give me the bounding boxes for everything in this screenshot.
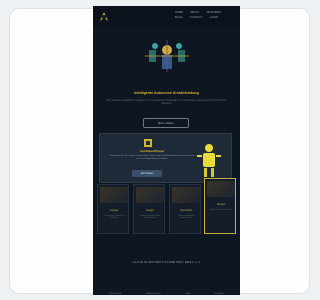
hero-subtitle: Wir verbinden künstliche Intelligenz mit…	[106, 99, 227, 106]
nav-link-blog[interactable]: BLOG	[175, 16, 183, 19]
feature-text: Datenbasierte Einblicke in Echtzeit.	[103, 215, 125, 220]
robot-mascot-icon	[197, 144, 221, 177]
footer-links: IMPRESSUM DATENSCHUTZ AGB KONTAKT	[109, 293, 224, 295]
feature-image	[136, 187, 164, 203]
nav-link-about[interactable]: ABOUT	[190, 11, 199, 14]
banner-logo-icon	[144, 139, 152, 147]
nav-link-login[interactable]: LOGIN	[210, 16, 219, 19]
top-navigation: HOME ABOUT FEATURES BLOG CONTACT LOGIN	[93, 6, 240, 28]
footer-link-imprint[interactable]: IMPRESSUM	[109, 293, 121, 295]
feature-text: Kreative Konzepte mit KI-Unterstützung.	[139, 215, 161, 220]
promo-banner: AutoNeuraPlanet Entdecken Sie, wie unser…	[99, 133, 232, 183]
nav-link-contact[interactable]: CONTACT	[190, 16, 203, 19]
footer-link-contact[interactable]: KONTAKT	[215, 293, 224, 295]
feature-title: Automation	[179, 209, 193, 212]
learn-more-button[interactable]: Mehr erfahren	[143, 118, 189, 128]
feature-title: Design	[146, 209, 154, 212]
footer-link-terms[interactable]: AGB	[186, 293, 190, 295]
feature-image	[172, 187, 200, 203]
feature-image	[100, 187, 128, 203]
nav-links: HOME ABOUT FEATURES BLOG CONTACT LOGIN	[175, 11, 235, 19]
feature-card[interactable]: Design Kreative Konzepte mit KI-Unterstü…	[133, 184, 165, 234]
footer-title: LA N E W ZUKUNFT PLANETARY ERA L L C	[132, 260, 201, 264]
feature-title: Analyse	[109, 209, 119, 212]
get-started-button[interactable]: Jetzt starten	[132, 170, 162, 177]
hero-illustration-icon	[145, 40, 189, 72]
hero-title: Intelligente Autonome Kreativleistung	[134, 91, 199, 95]
feature-cards: Analyse Datenbasierte Einblicke in Echtz…	[97, 178, 237, 236]
footer-link-privacy[interactable]: DATENSCHUTZ	[146, 293, 161, 295]
feature-image	[207, 181, 235, 197]
brand-logo-icon[interactable]	[97, 10, 111, 24]
banner-brand: AutoNeuraPlanet	[139, 149, 165, 153]
feature-title: Support	[216, 203, 226, 206]
feature-card-active[interactable]: Support Rund um die Uhr für Sie da.	[204, 178, 236, 234]
feature-card[interactable]: Analyse Datenbasierte Einblicke in Echtz…	[97, 184, 129, 234]
feature-text: Rund um die Uhr für Sie da.	[209, 209, 233, 211]
page-preview: HOME ABOUT FEATURES BLOG CONTACT LOGIN I…	[93, 6, 240, 295]
banner-text: Entdecken Sie, wie unsere KI-gestützten …	[109, 155, 195, 160]
nav-link-home[interactable]: HOME	[175, 11, 183, 14]
feature-text: Prozesse intelligent automatisieren.	[178, 215, 194, 220]
feature-card[interactable]: Automation Prozesse intelligent automati…	[169, 184, 201, 234]
nav-link-features[interactable]: FEATURES	[207, 11, 221, 14]
